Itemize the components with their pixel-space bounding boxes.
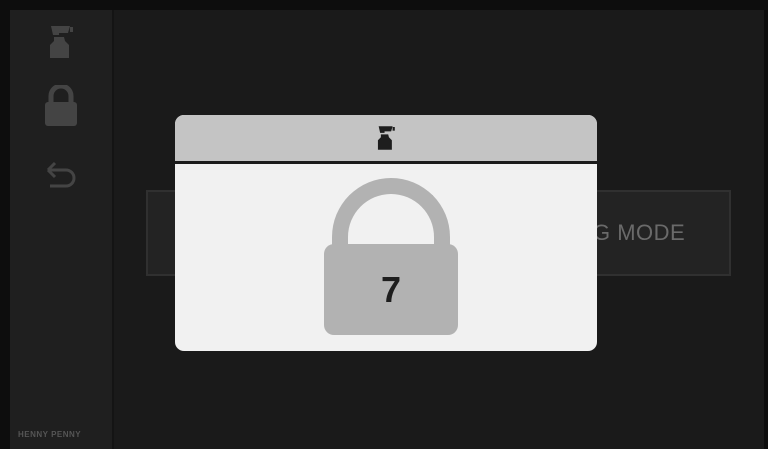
sidebar: HENNY PENNY <box>10 10 114 449</box>
mode-button-label: G MODE <box>593 220 686 245</box>
sidebar-lock-button[interactable] <box>36 82 86 130</box>
lock-icon: 7 <box>324 178 458 335</box>
sidebar-cleaning-button[interactable] <box>36 18 86 66</box>
dialog-body: 7 <box>175 164 597 351</box>
lock-dialog: 7 <box>175 115 597 351</box>
sidebar-back-button[interactable] <box>36 152 86 200</box>
lock-icon <box>45 85 77 126</box>
spray-bottle-icon <box>50 26 73 58</box>
brand-logo: HENNY PENNY <box>18 430 82 439</box>
back-arrow-icon <box>46 161 76 188</box>
right-frame <box>764 0 768 449</box>
spray-bottle-icon <box>377 126 395 150</box>
left-frame <box>0 0 10 449</box>
lock-code: 7 <box>380 268 402 310</box>
dialog-header <box>175 115 597 164</box>
lock-body: 7 <box>324 244 458 335</box>
top-frame <box>0 0 768 10</box>
